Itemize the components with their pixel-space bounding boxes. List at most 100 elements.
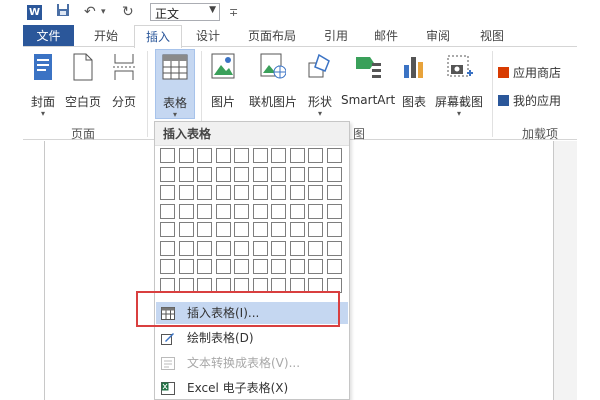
table-grid-cell[interactable] [271, 259, 286, 274]
table-grid-cell[interactable] [326, 166, 342, 182]
shapes-button[interactable]: 形状 ▾ [303, 49, 337, 119]
table-grid-cell[interactable] [234, 185, 249, 200]
table-grid-cell[interactable] [271, 148, 286, 163]
blank-page-button[interactable]: 空白页 [63, 49, 103, 119]
save-icon[interactable] [56, 3, 70, 22]
table-grid-cell[interactable] [308, 185, 323, 200]
tab-page-layout[interactable]: 页面布局 [240, 25, 304, 47]
table-grid-cell[interactable] [271, 240, 286, 256]
table-grid-cell[interactable] [271, 203, 286, 219]
table-grid-cell[interactable] [197, 240, 212, 256]
table-grid-cell[interactable] [160, 259, 175, 274]
table-grid-cell[interactable] [289, 166, 305, 182]
table-grid-cell[interactable] [215, 222, 231, 237]
table-grid-cell[interactable] [197, 148, 212, 163]
table-grid-cell[interactable] [326, 277, 342, 293]
table-grid-cell[interactable] [234, 277, 249, 293]
table-grid-cell[interactable] [178, 185, 194, 200]
table-grid-cell[interactable] [289, 277, 305, 293]
table-grid-cell[interactable] [160, 166, 175, 182]
style-select[interactable]: 正文 ▼ [150, 3, 220, 21]
table-grid-cell[interactable] [178, 277, 194, 293]
table-grid-cell[interactable] [197, 166, 212, 182]
table-grid-cell[interactable] [289, 222, 305, 237]
table-grid-cell[interactable] [215, 203, 231, 219]
smartart-button[interactable]: SmartArt [341, 49, 395, 119]
table-grid-cell[interactable] [252, 148, 268, 163]
redo-icon[interactable]: ↻ [122, 3, 134, 22]
tab-home[interactable]: 开始 [86, 25, 126, 47]
table-grid-cell[interactable] [178, 148, 194, 163]
table-grid-cell[interactable] [197, 185, 212, 200]
table-grid-cell[interactable] [160, 222, 175, 237]
table-grid-cell[interactable] [308, 148, 323, 163]
screenshot-button[interactable]: 屏幕截图 ▾ [431, 49, 487, 119]
table-grid-cell[interactable] [252, 240, 268, 256]
table-grid-cell[interactable] [326, 203, 342, 219]
table-grid-cell[interactable] [234, 240, 249, 256]
table-grid-cell[interactable] [234, 203, 249, 219]
menu-insert-table[interactable]: 插入表格(I)... [156, 302, 348, 324]
table-grid-cell[interactable] [289, 203, 305, 219]
customize-qat-icon[interactable]: ∓ [229, 3, 238, 22]
table-grid-cell[interactable] [271, 222, 286, 237]
table-grid-cell[interactable] [289, 185, 305, 200]
table-grid-cell[interactable] [271, 185, 286, 200]
table-grid-cell[interactable] [160, 148, 175, 163]
table-grid-cell[interactable] [160, 240, 175, 256]
menu-convert-text-table[interactable]: 文本转换成表格(V)... [156, 352, 348, 374]
table-grid-cell[interactable] [197, 222, 212, 237]
table-grid-cell[interactable] [252, 185, 268, 200]
table-grid-cell[interactable] [308, 240, 323, 256]
table-grid-cell[interactable] [178, 259, 194, 274]
table-grid-cell[interactable] [271, 277, 286, 293]
table-grid-cell[interactable] [178, 240, 194, 256]
tab-design[interactable]: 设计 [188, 25, 228, 47]
tab-references[interactable]: 引用 [316, 25, 356, 47]
table-grid-cell[interactable] [252, 203, 268, 219]
picture-button[interactable]: 图片 [207, 49, 239, 119]
app-store-button[interactable]: 应用商店 [498, 63, 561, 83]
table-grid-cell[interactable] [178, 222, 194, 237]
my-apps-button[interactable]: 我的应用 [498, 91, 561, 111]
cover-page-button[interactable]: 封面 ▾ [27, 49, 59, 119]
page-break-button[interactable]: 分页 [107, 49, 141, 119]
table-grid-cell[interactable] [215, 148, 231, 163]
online-picture-button[interactable]: 联机图片 [245, 49, 301, 119]
tab-file[interactable]: 文件 [23, 25, 74, 47]
table-grid-cell[interactable] [197, 277, 212, 293]
table-grid-cell[interactable] [215, 277, 231, 293]
table-grid-cell[interactable] [215, 185, 231, 200]
table-grid-cell[interactable] [289, 240, 305, 256]
table-grid-cell[interactable] [308, 277, 323, 293]
table-grid-cell[interactable] [326, 185, 342, 200]
table-grid-cell[interactable] [252, 166, 268, 182]
table-grid-cell[interactable] [215, 240, 231, 256]
table-grid-cell[interactable] [289, 259, 305, 274]
table-button[interactable]: 表格 ▾ [155, 49, 195, 119]
table-grid-cell[interactable] [289, 148, 305, 163]
tab-view[interactable]: 视图 [472, 25, 512, 47]
table-grid-cell[interactable] [160, 185, 175, 200]
table-grid-cell[interactable] [234, 166, 249, 182]
table-grid-picker[interactable] [160, 148, 350, 298]
table-grid-cell[interactable] [178, 166, 194, 182]
table-grid-cell[interactable] [252, 222, 268, 237]
undo-dropdown-icon[interactable]: ▾ [101, 3, 106, 22]
table-grid-cell[interactable] [326, 240, 342, 256]
undo-icon[interactable]: ↶ [84, 3, 96, 22]
table-grid-cell[interactable] [252, 277, 268, 293]
table-grid-cell[interactable] [234, 259, 249, 274]
table-grid-cell[interactable] [326, 148, 342, 163]
table-grid-cell[interactable] [234, 222, 249, 237]
tab-mailings[interactable]: 邮件 [366, 25, 406, 47]
table-grid-cell[interactable] [252, 259, 268, 274]
table-grid-cell[interactable] [308, 166, 323, 182]
tab-insert[interactable]: 插入 [134, 25, 182, 48]
table-grid-cell[interactable] [308, 259, 323, 274]
table-grid-cell[interactable] [160, 203, 175, 219]
table-grid-cell[interactable] [215, 259, 231, 274]
tab-review[interactable]: 审阅 [418, 25, 458, 47]
menu-excel-sheet[interactable]: Excel 电子表格(X) [156, 377, 348, 399]
table-grid-cell[interactable] [308, 222, 323, 237]
